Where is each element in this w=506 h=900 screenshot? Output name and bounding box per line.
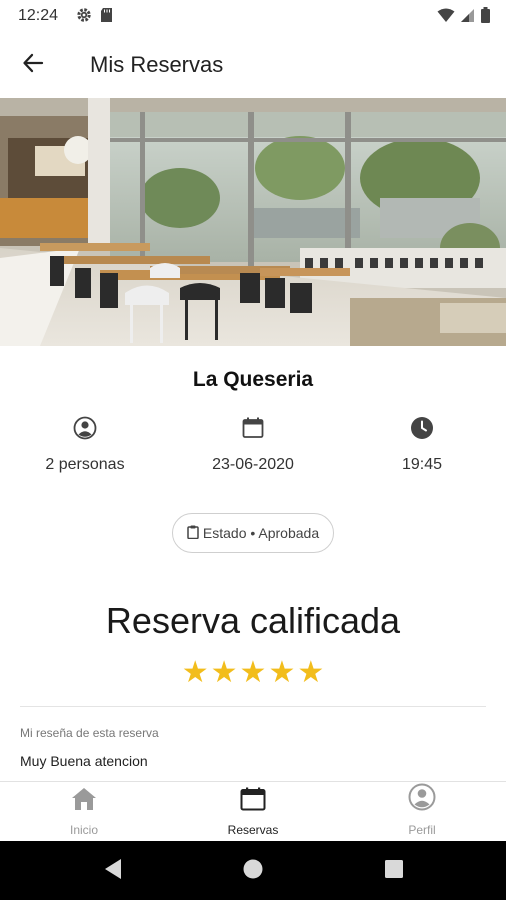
star-icon: ★ bbox=[297, 655, 325, 690]
calendar-icon bbox=[242, 417, 264, 444]
bottom-navigation: Inicio Reservas Perfil bbox=[0, 781, 506, 841]
home-circle-icon bbox=[242, 858, 264, 885]
home-icon bbox=[71, 787, 97, 816]
battery-icon bbox=[481, 7, 490, 28]
back-button[interactable] bbox=[14, 46, 52, 84]
signal-icon bbox=[461, 7, 475, 28]
people-info: 2 personas bbox=[5, 416, 165, 474]
nav-label-inicio: Inicio bbox=[69, 823, 98, 837]
reservation-info: 2 personas 23-06-2020 19:45 bbox=[0, 416, 506, 486]
gear-icon bbox=[76, 7, 92, 28]
review-label: Mi reseña de esta reserva bbox=[20, 726, 159, 740]
recents-square-icon bbox=[384, 859, 404, 884]
divider bbox=[20, 706, 486, 707]
status-badge: Estado • Aprobada bbox=[172, 513, 334, 553]
nav-label-perfil: Perfil bbox=[408, 823, 436, 837]
nav-item-inicio[interactable]: Inicio bbox=[0, 782, 168, 842]
rating-title: Reserva calificada bbox=[105, 600, 401, 641]
clipboard-icon bbox=[187, 525, 199, 542]
nav-label-reservas: Reservas bbox=[227, 823, 279, 837]
system-navigation-bar bbox=[0, 841, 506, 900]
system-recents-button[interactable] bbox=[382, 859, 406, 883]
rating-stars: ★ ★ ★ ★ ★ bbox=[0, 656, 506, 690]
star-icon: ★ bbox=[210, 655, 238, 690]
status-time: 12:24 bbox=[18, 7, 59, 24]
status-bar: 12:24 bbox=[0, 0, 506, 32]
reservation-time: 19:45 bbox=[401, 456, 443, 473]
page-title: Mis Reservas bbox=[90, 52, 224, 77]
app-bar: Mis Reservas bbox=[0, 32, 506, 98]
restaurant-photo bbox=[0, 98, 506, 346]
status-text: Estado • Aprobada bbox=[202, 525, 320, 541]
star-icon: ★ bbox=[239, 655, 267, 690]
review-text: Muy Buena atencion bbox=[20, 753, 148, 769]
star-icon: ★ bbox=[181, 655, 209, 690]
restaurant-name: La Queseria bbox=[192, 368, 314, 391]
back-triangle-icon bbox=[103, 858, 123, 885]
clock-icon bbox=[410, 416, 434, 445]
star-icon: ★ bbox=[268, 655, 296, 690]
calendar-icon bbox=[240, 787, 266, 816]
nav-item-reservas[interactable]: Reservas bbox=[169, 782, 337, 842]
time-info: 19:45 bbox=[342, 416, 502, 474]
wifi-icon bbox=[437, 7, 455, 28]
date-info: 23-06-2020 bbox=[173, 416, 333, 474]
sd-card-icon bbox=[100, 7, 113, 28]
user-icon bbox=[408, 783, 436, 816]
user-circle-icon bbox=[73, 416, 97, 445]
people-count: 2 personas bbox=[45, 456, 125, 473]
reservation-date: 23-06-2020 bbox=[212, 456, 294, 473]
arrow-left-icon bbox=[22, 52, 44, 79]
nav-item-perfil[interactable]: Perfil bbox=[338, 782, 506, 842]
system-back-button[interactable] bbox=[101, 858, 125, 885]
system-home-button[interactable] bbox=[241, 859, 265, 883]
